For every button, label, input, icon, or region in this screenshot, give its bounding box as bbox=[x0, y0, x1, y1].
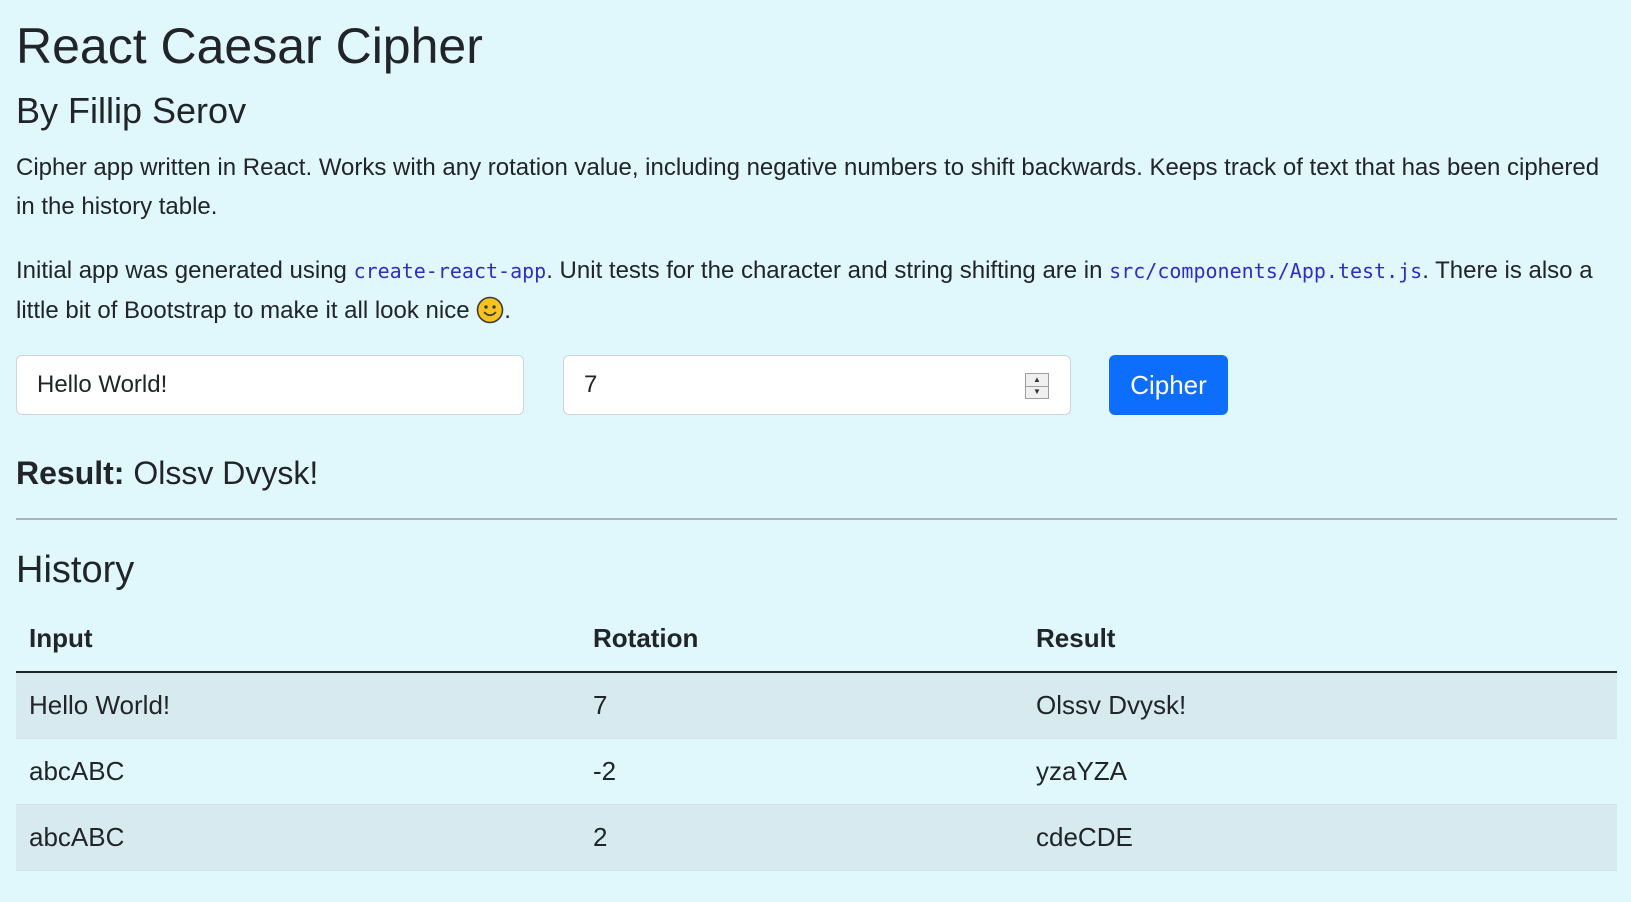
cipher-text-input[interactable]: Hello World! bbox=[16, 355, 524, 415]
history-heading: History bbox=[16, 549, 135, 591]
cell-input: Hello World! bbox=[16, 672, 580, 739]
page-title: React Caesar Cipher bbox=[16, 18, 483, 74]
cell-input: abcABC bbox=[16, 738, 580, 805]
setup-text-4: . bbox=[504, 297, 511, 324]
cell-rotation: 7 bbox=[580, 672, 1023, 739]
app-description: Cipher app written in React. Works with … bbox=[16, 154, 1600, 220]
column-header-rotation: Rotation bbox=[580, 605, 1023, 673]
rotation-spinner[interactable]: ▲ ▼ bbox=[1025, 373, 1049, 399]
setup-text-2: . Unit tests for the character and strin… bbox=[546, 257, 1110, 284]
spin-down-icon[interactable]: ▼ bbox=[1026, 385, 1048, 399]
column-header-input: Input bbox=[16, 605, 580, 673]
section-divider bbox=[16, 518, 1617, 520]
setup-text-1: Initial app was generated using bbox=[16, 257, 354, 284]
smiley-face-icon bbox=[476, 296, 504, 324]
history-header-row: Input Rotation Result bbox=[16, 605, 1617, 673]
author-byline: By Fillip Serov bbox=[16, 90, 247, 131]
cipher-button[interactable]: Cipher bbox=[1109, 355, 1228, 415]
table-row: abcABC -2 yzaYZA bbox=[16, 738, 1617, 805]
column-header-result: Result bbox=[1023, 605, 1617, 673]
cipher-text-value: Hello World! bbox=[37, 371, 168, 398]
table-row: Hello World! 7 Olssv Dvysk! bbox=[16, 672, 1617, 739]
create-react-app-code: create-react-app bbox=[353, 259, 547, 283]
cell-result: cdeCDE bbox=[1023, 804, 1617, 871]
result-display: Result: Olssv Dvysk! bbox=[16, 453, 318, 493]
cell-result: yzaYZA bbox=[1023, 738, 1617, 805]
cell-input: abcABC bbox=[16, 804, 580, 871]
cell-rotation: -2 bbox=[580, 738, 1023, 805]
spin-up-icon[interactable]: ▲ bbox=[1026, 374, 1048, 386]
rotation-value: 7 bbox=[584, 371, 598, 398]
result-label: Result: bbox=[16, 455, 125, 491]
rotation-number-input[interactable]: 7 ▲ ▼ bbox=[563, 355, 1071, 415]
cell-result: Olssv Dvysk! bbox=[1023, 672, 1617, 739]
result-value: Olssv Dvysk! bbox=[133, 455, 319, 491]
test-file-path-code: src/components/App.test.js bbox=[1109, 259, 1423, 283]
setup-description: Initial app was generated using create-r… bbox=[16, 251, 1616, 330]
history-table: Input Rotation Result Hello World! 7 Ols… bbox=[16, 605, 1617, 871]
table-row: abcABC 2 cdeCDE bbox=[16, 804, 1617, 871]
cell-rotation: 2 bbox=[580, 804, 1023, 871]
